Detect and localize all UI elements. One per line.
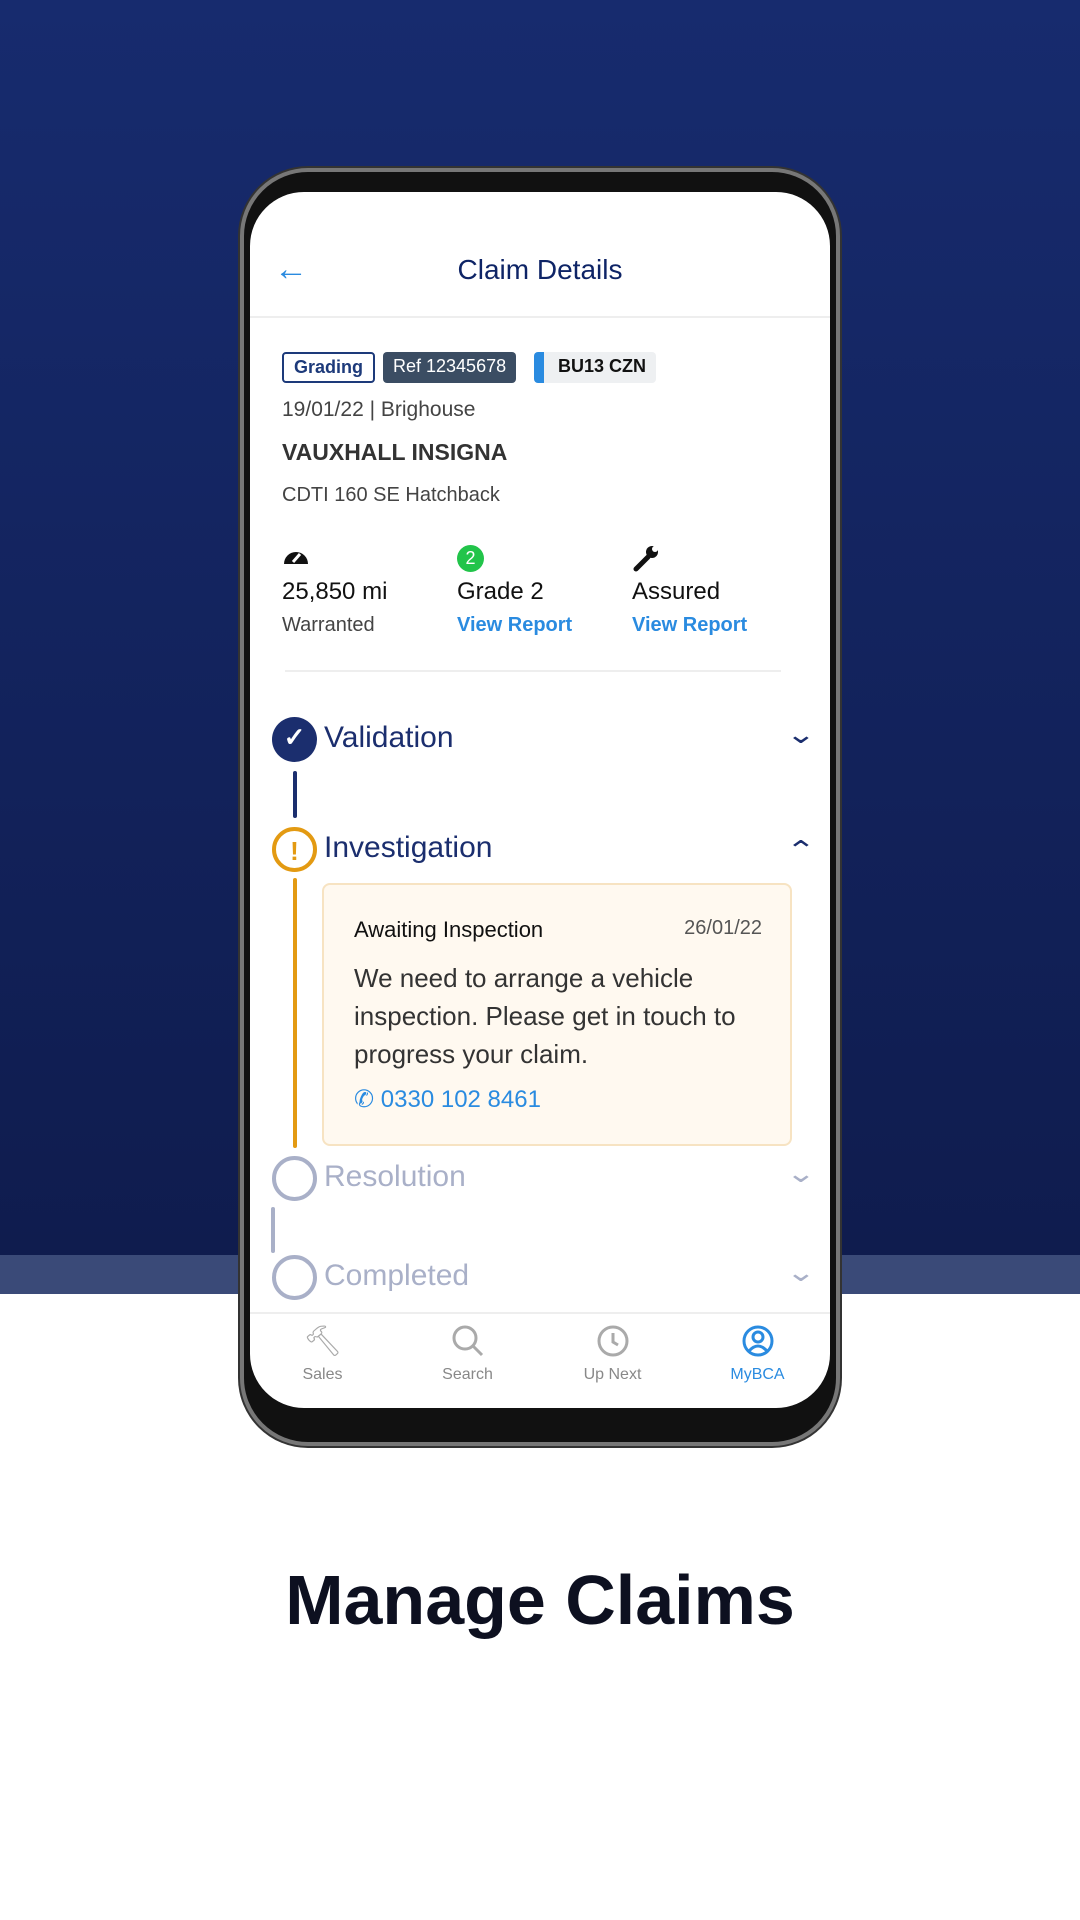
chevron-down-icon[interactable]: ⌄ xyxy=(786,1158,817,1189)
chevron-down-icon[interactable]: ⌄ xyxy=(786,1257,817,1288)
clock-icon xyxy=(540,1324,685,1360)
chevron-down-icon[interactable]: ⌄ xyxy=(786,719,817,750)
empty-circle-icon xyxy=(272,1156,317,1201)
step-connector xyxy=(271,1207,275,1253)
vehicle-name: VAUXHALL INSIGNA xyxy=(282,439,508,465)
step-label: Validation xyxy=(324,721,454,754)
grade-value: Grade 2 xyxy=(457,578,544,605)
grade-stat: 2 Grade 2 View Report xyxy=(457,544,627,637)
status-badge: Grading xyxy=(282,352,376,383)
grade-badge-icon: 2 xyxy=(457,545,484,572)
mileage-sub: Warranted xyxy=(282,614,375,636)
nav-mybca[interactable]: MyBCA xyxy=(685,1324,830,1384)
header-divider xyxy=(250,316,830,318)
nav-label: Search xyxy=(442,1366,493,1383)
nav-divider xyxy=(250,1312,830,1314)
step-validation[interactable]: ✓ Validation ⌄ xyxy=(272,717,816,763)
grade-view-report-link[interactable]: View Report xyxy=(457,614,627,637)
step-connector xyxy=(293,878,297,1148)
card-body: We need to arrange a vehicle inspection.… xyxy=(354,963,736,1069)
assured-view-report-link[interactable]: View Report xyxy=(632,614,802,637)
status-card: Awaiting Inspection 26/01/22 We need to … xyxy=(322,883,792,1146)
step-label: Investigation xyxy=(324,831,493,864)
step-label: Resolution xyxy=(324,1160,466,1193)
nav-search[interactable]: Search xyxy=(395,1324,540,1384)
headline: Manage Claims xyxy=(285,1561,795,1639)
phone-screen: ← Claim Details Grading Ref 12345678 BU1… xyxy=(250,192,830,1408)
step-label: Completed xyxy=(324,1259,470,1292)
phone-link[interactable]: ✆ 0330 102 8461 xyxy=(354,1085,541,1114)
mileage-stat: 25,850 mi Warranted xyxy=(282,544,452,637)
assured-value: Assured xyxy=(632,578,721,605)
step-connector xyxy=(293,771,297,818)
chevron-up-icon[interactable]: ⌃ xyxy=(786,835,817,866)
step-investigation[interactable]: ! Investigation ⌃ xyxy=(272,827,816,873)
plate-badge: BU13 CZN xyxy=(534,352,657,383)
nav-label: MyBCA xyxy=(730,1366,785,1383)
wrench-icon xyxy=(632,544,802,572)
nav-label: Up Next xyxy=(583,1366,642,1383)
page-title: Claim Details xyxy=(457,254,623,285)
empty-circle-icon xyxy=(272,1255,317,1300)
phone-number[interactable]: 0330 102 8461 xyxy=(381,1086,541,1113)
card-title: Awaiting Inspection xyxy=(354,917,544,942)
nav-label: Sales xyxy=(302,1366,343,1383)
user-circle-icon xyxy=(685,1324,830,1360)
vehicle-variant: CDTI 160 SE Hatchback xyxy=(282,484,500,506)
card-date: 26/01/22 xyxy=(684,917,762,939)
step-resolution[interactable]: Resolution ⌄ xyxy=(272,1156,816,1202)
phone-icon: ✆ xyxy=(354,1086,375,1113)
nav-up-next[interactable]: Up Next xyxy=(540,1324,685,1384)
search-icon xyxy=(395,1324,540,1360)
mileage-value: 25,850 mi xyxy=(282,578,388,605)
alert-circle-icon: ! xyxy=(272,827,317,872)
ref-badge: Ref 12345678 xyxy=(383,352,517,383)
date-location: 19/01/22 | Brighouse xyxy=(282,398,476,421)
step-completed[interactable]: Completed ⌄ xyxy=(272,1255,816,1301)
assured-stat: Assured View Report xyxy=(632,544,802,637)
gavel-icon: 🔨︎ xyxy=(303,1325,342,1358)
speedometer-icon xyxy=(282,544,452,572)
stats-divider xyxy=(285,670,781,672)
check-circle-icon: ✓ xyxy=(272,717,317,762)
nav-sales[interactable]: 🔨︎ Sales xyxy=(250,1324,395,1384)
